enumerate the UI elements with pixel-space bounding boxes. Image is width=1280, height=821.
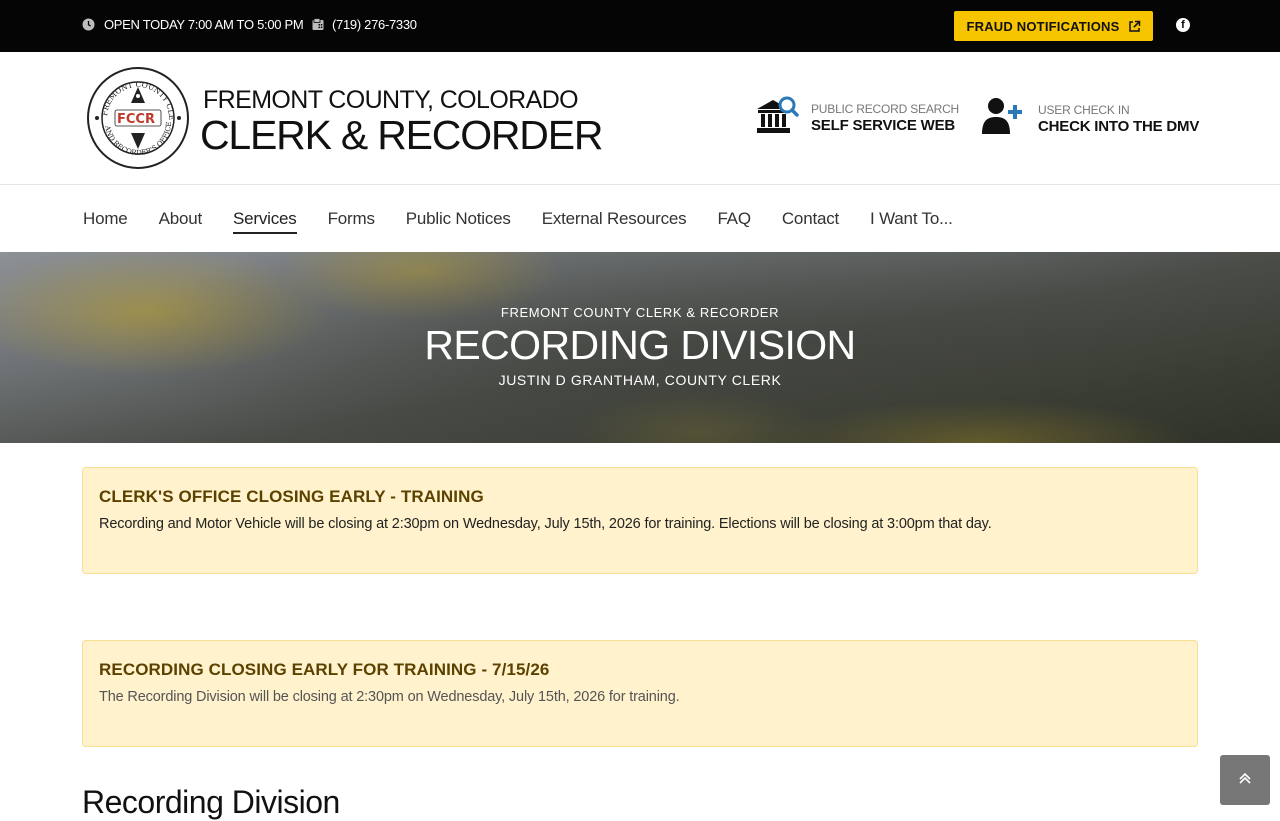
nav-item-external-resources[interactable]: External Resources bbox=[542, 209, 687, 234]
logo-text: FCCR bbox=[117, 112, 155, 127]
chevron-up-icon bbox=[1238, 771, 1252, 790]
hero-subtitle: JUSTIN D GRANTHAM, COUNTY CLERK bbox=[498, 372, 782, 388]
hero-banner: FREMONT COUNTY CLERK & RECORDER RECORDIN… bbox=[0, 252, 1280, 443]
section-title: Recording Division bbox=[82, 784, 340, 820]
opening-hours-text: OPEN TODAY 7:00 AM TO 5:00 PM bbox=[104, 17, 304, 32]
nav-menu: Home About Services Forms Public Notices… bbox=[83, 209, 984, 234]
self-service-web-small: PUBLIC RECORD SEARCH bbox=[811, 101, 960, 116]
hero-kicker: FREMONT COUNTY CLERK & RECORDER bbox=[500, 305, 780, 320]
alert-body: Recording and Motor Vehicle will be clos… bbox=[99, 516, 992, 532]
alert-office-closing: CLERK'S OFFICE CLOSING EARLY - TRAINING … bbox=[82, 467, 1198, 574]
external-link-icon bbox=[1128, 20, 1141, 33]
nav-item-public-notices[interactable]: Public Notices bbox=[406, 209, 511, 234]
bank-search-icon bbox=[755, 95, 799, 140]
county-seal-logo[interactable]: FREMONT COUNTY CLERK AND RECORDER'S OFFI… bbox=[84, 60, 189, 169]
fax-phone-icon bbox=[312, 18, 324, 31]
clock-icon bbox=[82, 18, 95, 31]
nav-item-home[interactable]: Home bbox=[83, 209, 128, 234]
fraud-notifications-label: FRAUD NOTIFICATIONS bbox=[966, 18, 1120, 34]
top-bar: OPEN TODAY 7:00 AM TO 5:00 PM (719) 276-… bbox=[0, 0, 1280, 52]
dmv-check-in-big: CHECK INTO THE DMV bbox=[1038, 117, 1200, 135]
phone-number-text: (719) 276-7330 bbox=[332, 17, 417, 32]
brand-county: FREMONT COUNTY, COLORADO bbox=[203, 86, 579, 114]
nav-item-forms[interactable]: Forms bbox=[328, 209, 375, 234]
facebook-icon[interactable]: f bbox=[1176, 18, 1190, 32]
user-add-icon bbox=[982, 96, 1026, 141]
alert-recording-closing: RECORDING CLOSING EARLY FOR TRAINING - 7… bbox=[82, 640, 1198, 747]
dmv-check-in-link[interactable]: USER CHECK IN CHECK INTO THE DMV bbox=[982, 96, 1199, 141]
nav-item-faq[interactable]: FAQ bbox=[717, 209, 751, 234]
alert-title: CLERK'S OFFICE CLOSING EARLY - TRAINING bbox=[99, 487, 484, 506]
dmv-check-in-small: USER CHECK IN bbox=[1038, 102, 1130, 117]
self-service-web-big: SELF SERVICE WEB bbox=[811, 116, 956, 134]
alert-body: The Recording Division will be closing a… bbox=[99, 689, 680, 705]
nav-item-contact[interactable]: Contact bbox=[782, 209, 839, 234]
hero-title: RECORDING DIVISION bbox=[424, 322, 856, 368]
nav-item-i-want-to[interactable]: I Want To... bbox=[870, 209, 953, 234]
opening-hours: OPEN TODAY 7:00 AM TO 5:00 PM bbox=[82, 17, 304, 32]
main-navigation: Home About Services Forms Public Notices… bbox=[0, 185, 1280, 252]
brand-office: CLERK & RECORDER bbox=[200, 112, 603, 158]
nav-item-about[interactable]: About bbox=[159, 209, 203, 234]
phone-number[interactable]: (719) 276-7330 bbox=[312, 17, 417, 32]
nav-item-services[interactable]: Services bbox=[233, 209, 297, 234]
fraud-notifications-button[interactable]: FRAUD NOTIFICATIONS bbox=[954, 11, 1153, 41]
alert-title: RECORDING CLOSING EARLY FOR TRAINING - 7… bbox=[99, 660, 550, 679]
back-to-top-button[interactable] bbox=[1220, 755, 1270, 805]
site-header: FREMONT COUNTY CLERK AND RECORDER'S OFFI… bbox=[0, 52, 1280, 185]
self-service-web-link[interactable]: PUBLIC RECORD SEARCH SELF SERVICE WEB bbox=[755, 95, 959, 140]
